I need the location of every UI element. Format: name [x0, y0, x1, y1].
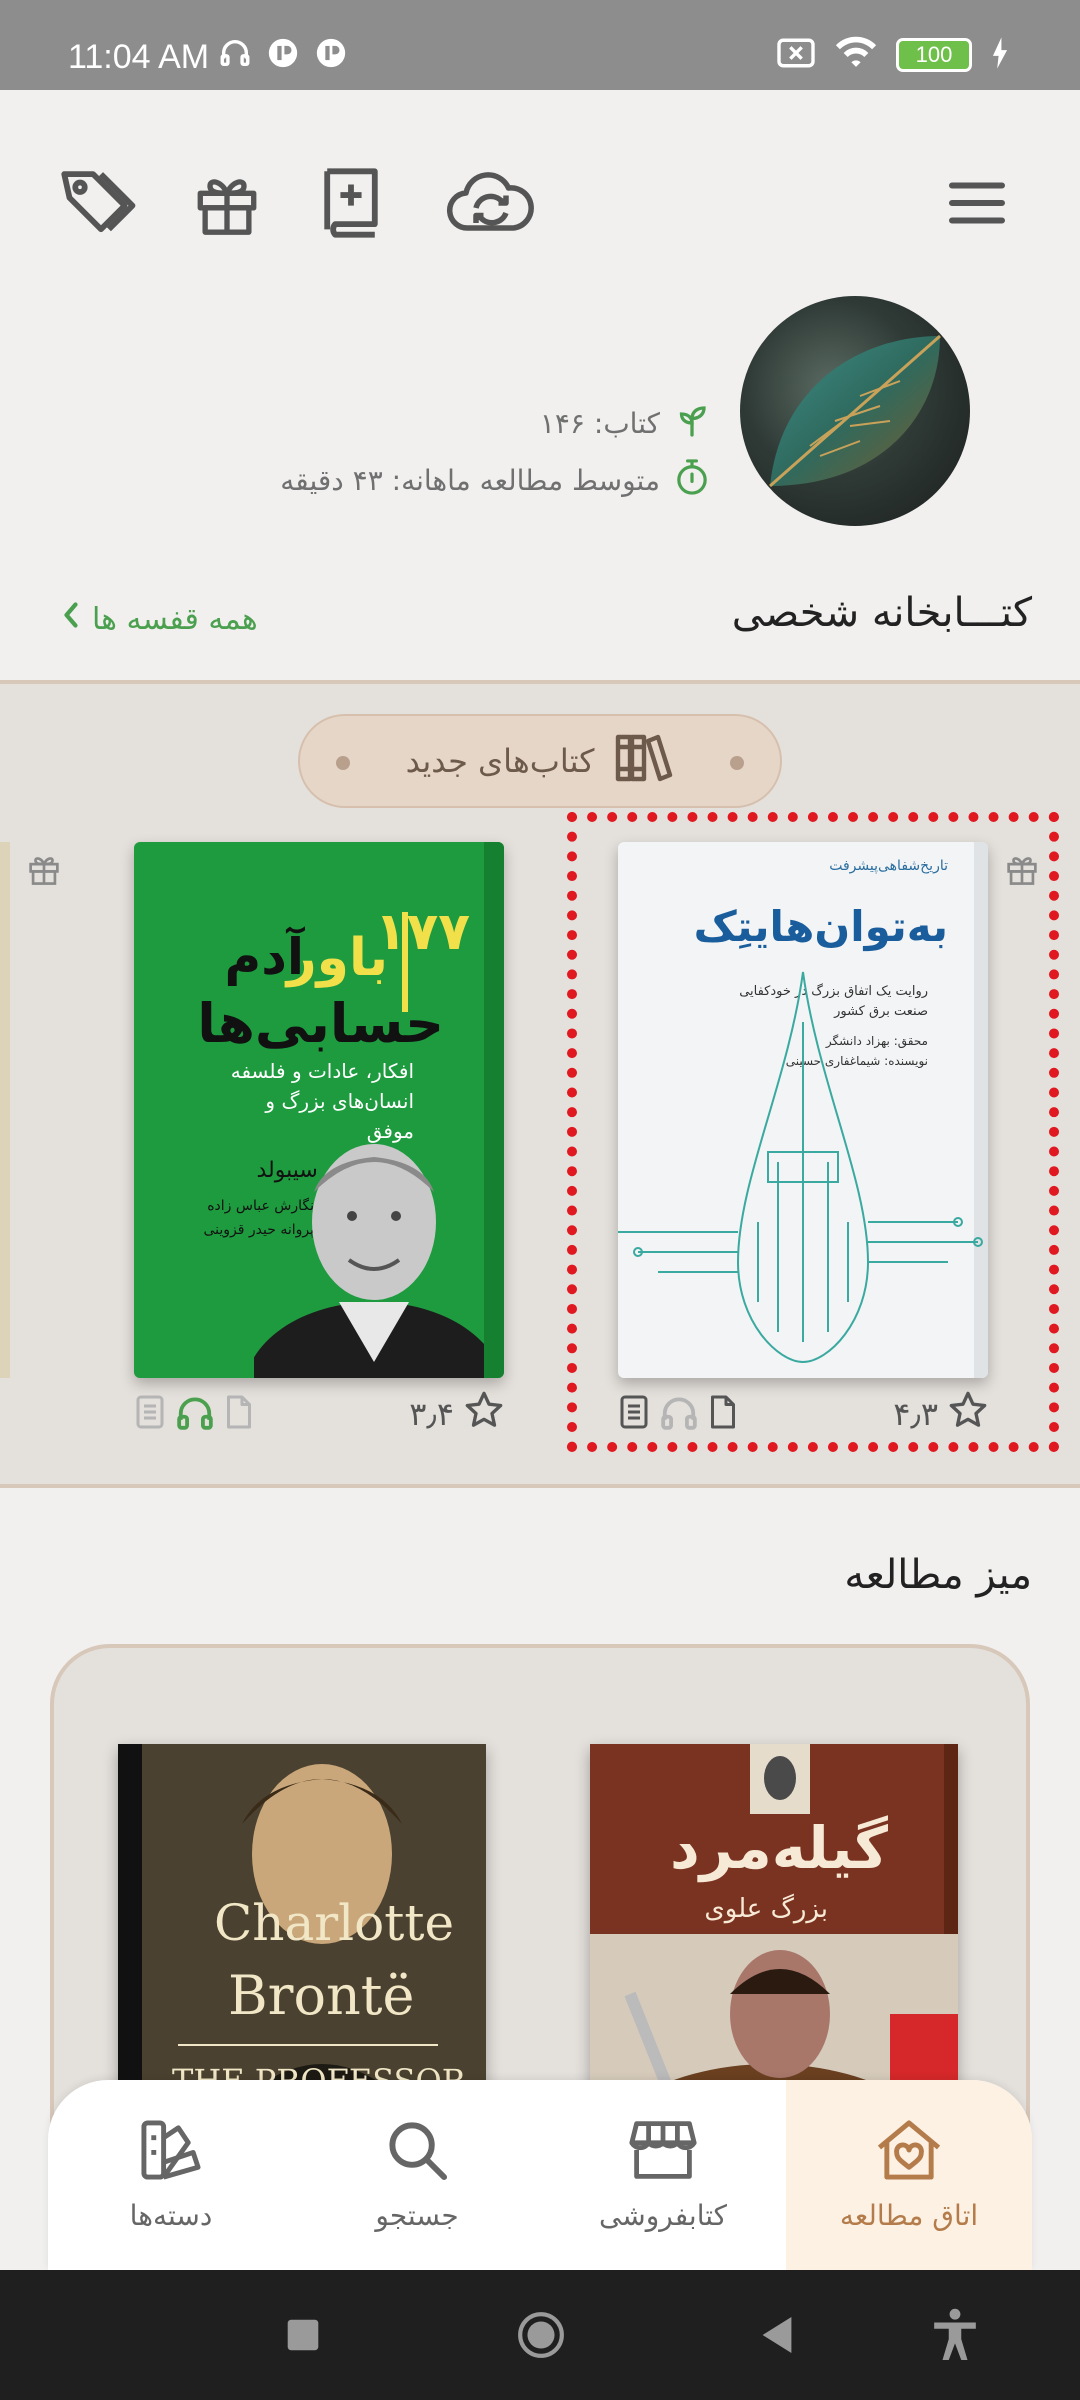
headphones-icon — [176, 1394, 214, 1434]
monthly-reading-label: متوسط مطالعه ماهانه: ۴۳ دقیقه — [280, 464, 660, 497]
books-count-label: کتاب: ۱۴۶ — [539, 407, 660, 440]
shelf-books-icon — [614, 731, 674, 791]
status-bar: 11:04 AM 100 — [0, 0, 1080, 90]
battery-icon: 100 — [896, 38, 972, 72]
accessibility-icon — [930, 2307, 980, 2367]
monthly-reading: متوسط مطالعه ماهانه: ۴۳ دقیقه — [280, 458, 710, 503]
charging-icon — [990, 36, 1010, 74]
nav-label: کتابفروشی — [598, 2199, 728, 2232]
accessibility-button[interactable] — [930, 2308, 980, 2362]
sim-icon — [776, 36, 816, 74]
shelf-name: کتاب‌های جدید — [405, 742, 595, 780]
vpn-icon — [266, 36, 300, 74]
cover-title: Brontë — [228, 1964, 415, 2027]
all-shelves-label: همه قفسه ها — [92, 601, 258, 637]
cover-title: حسابی‌ها — [197, 992, 444, 1055]
book-cover[interactable]: ۱۷۷ باور آدم حسابی‌ها افکار، عادات و فلس… — [134, 842, 504, 1378]
author-photo — [750, 1744, 810, 1814]
selection-highlight — [567, 812, 1059, 1452]
rating-value: ۳٫۴ — [409, 1395, 454, 1433]
all-shelves-link[interactable]: همه قفسه ها — [60, 600, 258, 638]
square-icon — [286, 2318, 320, 2356]
gift-icon[interactable] — [26, 852, 62, 890]
nav-label: جستجو — [375, 2199, 459, 2232]
gift-button[interactable] — [172, 150, 282, 260]
status-icons-right: 100 — [776, 36, 1010, 74]
shelf-name-pill[interactable]: کتاب‌های جدید — [298, 714, 782, 808]
partial-book-cover[interactable] — [0, 842, 10, 1378]
nav-search[interactable]: جستجو — [294, 2080, 540, 2270]
book-meta: ۳٫۴ — [134, 1390, 504, 1433]
cover-number: ۱۷۷ — [374, 902, 470, 962]
avatar[interactable] — [740, 296, 970, 526]
book-card[interactable]: ۱۷۷ باور آدم حسابی‌ها افکار، عادات و فلس… — [134, 842, 504, 1433]
pill-dot — [730, 756, 744, 770]
book-formats — [134, 1394, 254, 1434]
ebook-icon — [134, 1394, 166, 1434]
top-toolbar — [0, 90, 1080, 290]
back-button[interactable] — [752, 2312, 802, 2362]
desk-title: میز مطالعه — [844, 1552, 1032, 1598]
cover-title: Charlotte — [214, 1894, 455, 1952]
status-icons-left — [218, 36, 348, 74]
cloud-sync-icon — [446, 169, 536, 241]
add-book-icon — [319, 166, 383, 244]
system-navigation-bar — [0, 2270, 1080, 2400]
search-icon — [385, 2118, 449, 2189]
tag-icon — [59, 166, 143, 244]
chevron-left-icon — [60, 600, 82, 638]
status-time: 11:04 AM — [68, 38, 210, 76]
store-icon — [627, 2118, 699, 2189]
headphones-icon — [218, 36, 252, 74]
cover-title: آدم — [224, 928, 304, 986]
gift-icon — [193, 169, 261, 241]
wifi-icon — [834, 36, 878, 74]
nav-reading-room[interactable]: اتاق مطالعه — [786, 2080, 1032, 2270]
nav-categories[interactable]: دسته‌ها — [48, 2080, 294, 2270]
profile-section: کتاب: ۱۴۶ متوسط مطالعه ماهانه: ۴۳ دقیقه — [0, 290, 1080, 540]
library-title: کتـــابخانه شخصی — [731, 590, 1032, 636]
back-triangle-icon — [759, 2315, 795, 2359]
add-book-button[interactable] — [296, 150, 406, 260]
nav-bookstore[interactable]: کتابفروشی — [540, 2080, 786, 2270]
sprout-icon — [674, 402, 710, 445]
vpn-icon — [314, 36, 348, 74]
cover-author: بزرگ علوی — [704, 1894, 828, 1924]
pdf-icon — [224, 1394, 254, 1434]
library-header: کتـــابخانه شخصی همه قفسه ها — [0, 580, 1080, 660]
cloud-sync-button[interactable] — [426, 150, 556, 260]
star-icon — [464, 1390, 504, 1438]
timer-icon — [674, 458, 710, 503]
home-button[interactable] — [516, 2312, 566, 2362]
book-rating: ۳٫۴ — [409, 1390, 504, 1438]
home-heart-icon — [874, 2118, 944, 2189]
cover-title: گیله‌مرد — [669, 1814, 888, 1882]
tag-button[interactable] — [46, 150, 156, 260]
books-count: کتاب: ۱۴۶ — [540, 402, 710, 445]
nav-label: دسته‌ها — [129, 2199, 213, 2232]
pill-dot — [336, 756, 350, 770]
recents-button[interactable] — [278, 2312, 328, 2362]
menu-icon — [947, 177, 1007, 233]
nav-label: اتاق مطالعه — [839, 2199, 979, 2232]
bottom-navigation: اتاق مطالعه کتابفروشی جستجو دسته‌ها — [48, 2080, 1032, 2270]
author-photo — [254, 1144, 484, 1378]
categories-icon — [139, 2118, 203, 2189]
home-circle-icon — [516, 2310, 566, 2364]
menu-button[interactable] — [922, 150, 1032, 260]
